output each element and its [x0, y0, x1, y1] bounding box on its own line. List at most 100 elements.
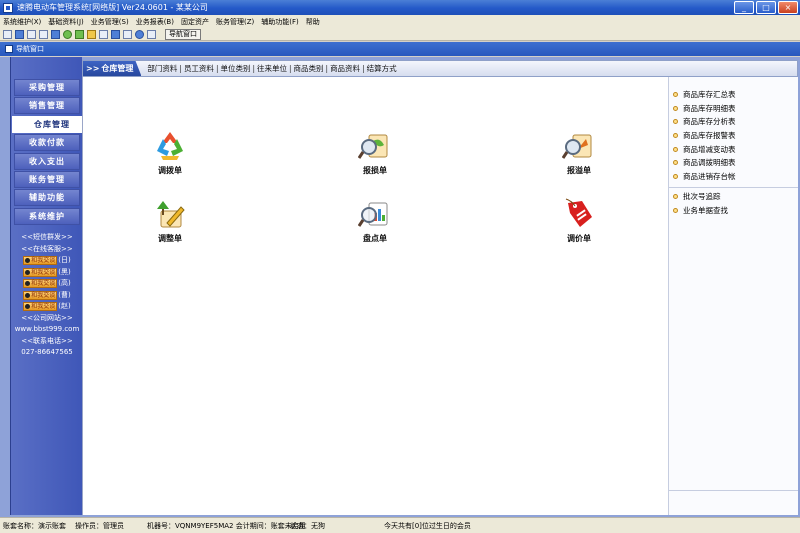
tab-window-icon [5, 45, 13, 53]
menu-basic-data[interactable]: 基础资料(J) [48, 17, 84, 27]
report-item[interactable]: 商品库存分析表 [673, 115, 736, 129]
sidebar-info: <<短信群发>> <<在线客服>> 和我交谈 (日) 和我交谈 (黑) 和我交谈 (高… [11, 232, 83, 359]
chat-button[interactable]: 和我交谈 [23, 267, 58, 277]
tile-adjust[interactable]: 调整单 [140, 197, 200, 244]
menu-fixed-assets[interactable]: 固定资产 [181, 17, 209, 27]
new-icon[interactable] [3, 29, 12, 39]
report-item[interactable]: 业务单据查找 [673, 204, 728, 218]
chat-button[interactable]: 和我交谈 [23, 279, 58, 289]
menu-business[interactable]: 业务管理(S) [91, 17, 129, 27]
menu-tools[interactable]: 辅助功能(F) [261, 17, 299, 27]
report-item[interactable]: 商品库存汇总表 [673, 88, 736, 102]
report-link[interactable]: 商品库存汇总表 [683, 89, 736, 100]
report-link[interactable]: 商品库存分析表 [683, 116, 736, 127]
tile-loss[interactable]: 报损单 [345, 129, 405, 176]
tile-label: 调整单 [158, 234, 182, 243]
nav-window-button[interactable]: 导航窗口 [165, 28, 201, 40]
report-link[interactable]: 商品调拨明细表 [683, 157, 736, 168]
sidebar-item-warehouse[interactable]: 仓库管理 [12, 115, 92, 133]
menu-system[interactable]: 系统维护(X) [3, 17, 41, 27]
main-panel: 调拨单 报损单 报溢单 调整单 盘点单 调价单 [82, 77, 668, 515]
report-link[interactable]: 商品增减变动表 [683, 144, 736, 155]
exit-icon[interactable] [147, 29, 156, 39]
tile-price-adjust[interactable]: 调价单 [549, 197, 609, 244]
sidebar-item-accounts[interactable]: 账务管理 [14, 170, 80, 188]
bullet-icon [673, 105, 678, 111]
link-settlement[interactable]: 结算方式 [367, 63, 397, 74]
user-icon[interactable] [63, 29, 72, 39]
report-link[interactable]: 商品进销存台帐 [683, 171, 736, 182]
bullet-icon [673, 119, 678, 125]
chat-button[interactable]: 和我交谈 [23, 290, 58, 300]
open-icon[interactable] [15, 29, 24, 39]
link-partners[interactable]: 往来单位 [257, 63, 287, 74]
report-panel: 商品库存汇总表 商品库存明细表 商品库存分析表 商品库存报警表 商品增减变动表 … [668, 77, 798, 515]
save-icon[interactable] [111, 29, 120, 39]
link-departments[interactable]: 部门资料 [147, 63, 177, 74]
link-product-types[interactable]: 商品类别 [294, 63, 324, 74]
chat-button[interactable]: 和我交谈 [23, 302, 58, 312]
status-machine: 机器号：VQNM9YEF5MA2 会计期间：账套未启用 [147, 522, 306, 530]
sidebar-item-system[interactable]: 系统维护 [14, 207, 80, 225]
copy-icon[interactable] [27, 29, 36, 39]
menu-reports[interactable]: 业务报表(B) [136, 17, 174, 27]
divider: | [289, 64, 292, 73]
sidebar-item-tools[interactable]: 辅助功能 [14, 189, 80, 207]
chat-button[interactable]: 和我交谈 [23, 256, 58, 266]
link-products[interactable]: 商品资料 [330, 63, 360, 74]
chat-tag: (赵) [58, 302, 71, 311]
bullet-icon [673, 207, 678, 213]
report-link[interactable]: 业务单据查找 [683, 205, 728, 216]
report-item[interactable]: 商品进销存台帐 [673, 170, 736, 184]
report-item[interactable]: 商品调拨明细表 [673, 156, 736, 170]
report-item[interactable]: 批次号追踪 [673, 190, 728, 204]
maximize-button[interactable]: □ [756, 1, 776, 14]
sidebar-item-income-expense[interactable]: 收入支出 [14, 152, 80, 170]
status-bar: 账套名称：演示账套 操作员：管理员 机器号：VQNM9YEF5MA2 会计期间：… [0, 517, 800, 533]
minimize-button[interactable]: _ [734, 1, 754, 14]
website-link[interactable]: www.bbst999.com [11, 324, 83, 336]
calendar-icon[interactable] [99, 29, 108, 39]
tile-label: 盘点单 [363, 234, 387, 243]
report-link[interactable]: 商品库存明细表 [683, 103, 736, 114]
chat-tag: (高) [58, 279, 71, 288]
close-button[interactable]: × [778, 1, 798, 14]
window-icon[interactable] [51, 29, 60, 39]
menu-accounts[interactable]: 账务管理(Z) [216, 17, 254, 27]
bullet-icon [673, 194, 678, 200]
sidebar-item-payments[interactable]: 收款付款 [14, 134, 80, 152]
tile-label: 调拨单 [158, 166, 182, 175]
chat-tag: (黑) [58, 267, 71, 276]
magnifier-arrow-icon [561, 129, 596, 163]
tile-stocktake[interactable]: 盘点单 [345, 197, 405, 244]
tile-overflow[interactable]: 报溢单 [549, 129, 609, 176]
divider: | [215, 64, 219, 73]
tile-label: 报损单 [363, 166, 387, 175]
print-icon[interactable] [123, 29, 132, 39]
phone-number: 027-86647565 [21, 348, 73, 357]
sidebar-item-purchase[interactable]: 采购管理 [14, 79, 80, 96]
tile-label: 报溢单 [567, 166, 591, 175]
document-tab-bar: 导航窗口 [0, 42, 800, 56]
refresh-icon[interactable] [75, 29, 84, 39]
bullet-icon [673, 173, 678, 179]
report-item[interactable]: 商品库存报警表 [673, 129, 736, 143]
sidebar: 采购管理 销售管理 仓库管理 收款付款 收入支出 账务管理 辅助功能 系统维护 … [10, 57, 92, 515]
menu-help[interactable]: 帮助 [306, 17, 320, 27]
link-unit-types[interactable]: 单位类别 [220, 63, 250, 74]
help-icon[interactable] [135, 29, 144, 39]
folder-icon[interactable] [87, 29, 96, 39]
tab-nav-window[interactable]: 导航窗口 [16, 44, 44, 54]
bullet-icon [673, 160, 678, 166]
report-item[interactable]: 商品增减变动表 [673, 142, 736, 156]
link-employees[interactable]: 员工资料 [184, 63, 214, 74]
paste-icon[interactable] [39, 29, 48, 39]
sidebar-item-sales[interactable]: 销售管理 [14, 97, 80, 115]
sms-link[interactable]: <<短信群发>> [11, 232, 83, 244]
tile-transfer[interactable]: 调拨单 [140, 129, 200, 176]
recycle-arrows-icon [153, 129, 187, 163]
report-link[interactable]: 批次号追踪 [683, 191, 721, 202]
category-bar: >> 仓库管理 部门资料 | 员工资料 | 单位类别 | 往来单位 | 商品类别 | 商品… [82, 60, 798, 77]
report-item[interactable]: 商品库存明细表 [673, 102, 736, 116]
report-link[interactable]: 商品库存报警表 [683, 130, 736, 141]
